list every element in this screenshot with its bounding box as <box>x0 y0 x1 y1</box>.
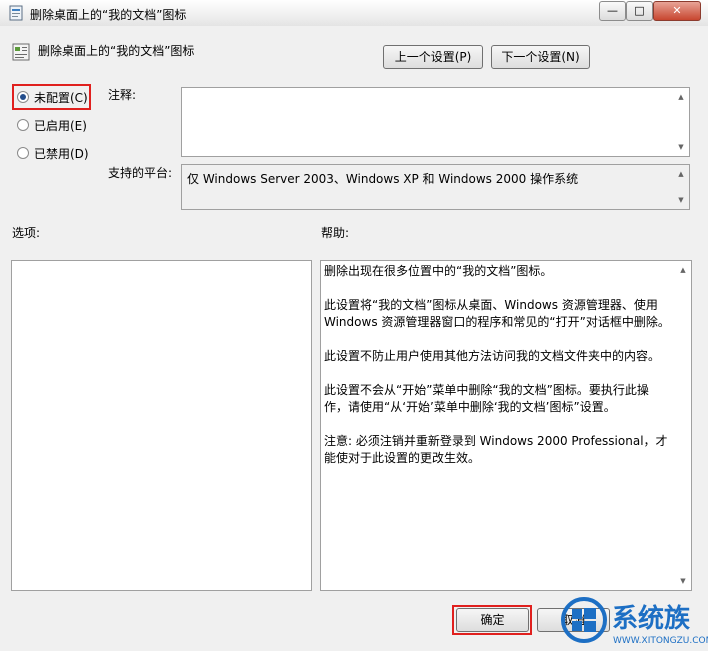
help-panel: 删除出现在很多位置中的“我的文档”图标。 此设置将“我的文档”图标从桌面、Win… <box>320 260 692 591</box>
platform-scrollbar[interactable]: ▲ ▼ <box>673 165 689 209</box>
radio-label: 已禁用(D) <box>34 146 89 161</box>
scroll-down-icon[interactable]: ▼ <box>673 193 689 207</box>
help-label: 帮助: <box>321 226 350 240</box>
scroll-down-icon[interactable]: ▼ <box>673 140 689 154</box>
comment-textarea[interactable]: ▲ ▼ <box>181 87 690 157</box>
watermark-url: WWW.XITONGZU.COM <box>613 636 708 646</box>
radio-enabled[interactable]: 已启用(E) <box>17 116 87 134</box>
help-paragraph: 删除出现在很多位置中的“我的文档”图标。 <box>324 264 553 278</box>
close-icon: ✕ <box>672 4 682 17</box>
help-text: 删除出现在很多位置中的“我的文档”图标。 此设置将“我的文档”图标从桌面、Win… <box>324 263 671 484</box>
help-paragraph: 注意: 必须注销并重新登录到 Windows 2000 Professional… <box>324 434 668 465</box>
highlight-box <box>12 84 91 110</box>
title-bar: 删除桌面上的“我的文档”图标 — □ ✕ <box>0 0 708 26</box>
setting-title: 删除桌面上的“我的文档”图标 <box>38 44 195 58</box>
platform-field: 仅 Windows Server 2003、Windows XP 和 Windo… <box>181 164 690 210</box>
comment-label: 注释: <box>108 88 137 102</box>
highlight-box <box>452 605 532 635</box>
radio-label: 已启用(E) <box>34 118 87 133</box>
scroll-up-icon[interactable]: ▲ <box>673 90 689 104</box>
options-label: 选项: <box>12 226 41 240</box>
comment-scrollbar[interactable]: ▲ ▼ <box>673 88 689 156</box>
window-title: 删除桌面上的“我的文档”图标 <box>30 8 187 22</box>
radio-button[interactable] <box>17 119 29 131</box>
radio-button[interactable] <box>17 147 29 159</box>
maximize-icon: □ <box>634 4 645 17</box>
maximize-button[interactable]: □ <box>626 1 653 21</box>
close-button[interactable]: ✕ <box>653 1 701 21</box>
watermark-text: 系统族 <box>612 603 691 634</box>
platform-value: 仅 Windows Server 2003、Windows XP 和 Windo… <box>187 172 579 186</box>
next-setting-button[interactable]: 下一个设置(N) <box>491 45 590 69</box>
policy-setting-window: 删除桌面上的“我的文档”图标 — □ ✕ 删除桌面上的“我的文档”图标 上一个设… <box>0 0 708 651</box>
minimize-icon: — <box>607 4 618 17</box>
watermark-logo: 系统族 WWW.XITONGZU.COM <box>560 596 708 651</box>
scroll-up-icon[interactable]: ▲ <box>675 263 691 277</box>
help-scrollbar[interactable]: ▲ ▼ <box>675 261 691 590</box>
scroll-up-icon[interactable]: ▲ <box>673 167 689 181</box>
policy-icon <box>8 5 24 21</box>
platform-label: 支持的平台: <box>108 166 173 180</box>
options-panel <box>11 260 312 591</box>
help-paragraph: 此设置将“我的文档”图标从桌面、Windows 资源管理器、使用 Windows… <box>324 298 670 329</box>
setting-icon <box>12 43 30 61</box>
radio-disabled[interactable]: 已禁用(D) <box>17 144 89 162</box>
minimize-button[interactable]: — <box>599 1 626 21</box>
previous-setting-button[interactable]: 上一个设置(P) <box>383 45 483 69</box>
scroll-down-icon[interactable]: ▼ <box>675 574 691 588</box>
help-paragraph: 此设置不会从“开始”菜单中删除“我的文档”图标。要执行此操作，请使用“从‘开始’… <box>324 383 649 414</box>
help-paragraph: 此设置不防止用户使用其他方法访问我的文档文件夹中的内容。 <box>324 349 661 363</box>
